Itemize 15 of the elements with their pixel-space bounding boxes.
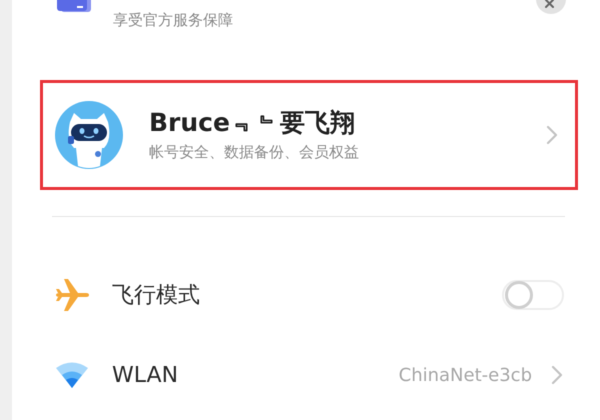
chevron-right-icon xyxy=(545,124,559,146)
settings-row[interactable]: WLAN ChinaNet-e3cb xyxy=(12,335,600,415)
promo-subtitle: 享受官方服务保障 xyxy=(113,10,233,30)
robot-avatar-icon xyxy=(54,100,124,170)
settings-label: WLAN xyxy=(112,362,178,388)
account-card[interactable]: Bruce﹃﹄要飞翔 帐号安全、数据备份、会员权益 xyxy=(40,80,578,190)
account-subtitle: 帐号安全、数据备份、会员权益 xyxy=(149,142,360,163)
toggle-switch[interactable] xyxy=(502,280,564,310)
account-name: Bruce﹃﹄要飞翔 xyxy=(149,107,356,139)
settings-label: 飞行模式 xyxy=(112,282,200,310)
settings-row[interactable]: 飞行模式 xyxy=(12,255,600,335)
settings-value: ChinaNet-e3cb xyxy=(398,364,532,386)
airplane-icon xyxy=(54,277,90,313)
chevron-right-icon xyxy=(550,364,564,386)
wifi-icon xyxy=(54,360,90,390)
